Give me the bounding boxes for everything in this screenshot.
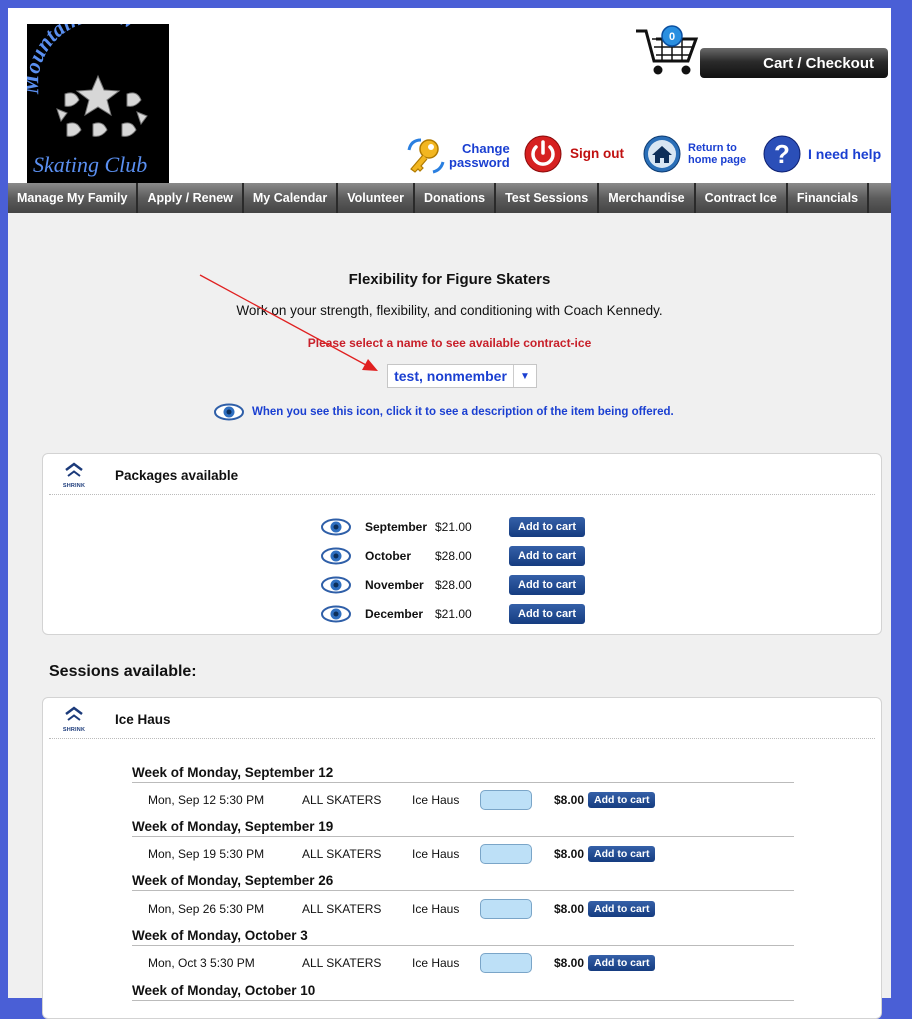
package-price: $28.00 [435, 578, 472, 592]
session-location: Ice Haus [412, 793, 460, 807]
add-to-cart-button[interactable]: Add to cart [588, 792, 656, 808]
session-group: ALL SKATERS [302, 847, 382, 861]
packages-panel-title: Packages available [115, 468, 239, 483]
session-location: Ice Haus [412, 847, 460, 861]
session-row: Mon, Sep 12 5:30 PM ALL SKATERS Ice Haus… [148, 789, 656, 811]
eye-icon[interactable] [321, 605, 351, 623]
add-to-cart-button[interactable]: Add to cart [509, 546, 586, 566]
week-heading: Week of Monday, September 12 [132, 765, 794, 783]
session-location: Ice Haus [412, 902, 460, 916]
session-group: ALL SKATERS [302, 793, 382, 807]
package-price: $21.00 [435, 520, 472, 534]
sessions-available-heading: Sessions available: [49, 663, 197, 680]
eye-icon[interactable] [321, 518, 351, 536]
session-row: Mon, Oct 3 5:30 PM ALL SKATERS Ice Haus … [148, 952, 656, 974]
sessions-panel: SHRINK Ice Haus Week of Monday, Septembe… [42, 697, 882, 1019]
package-month: December [365, 607, 424, 621]
package-row: December $21.00 Add to cart [321, 602, 586, 626]
session-quantity-field[interactable] [480, 790, 532, 810]
package-row: November $28.00 Add to cart [321, 573, 586, 597]
add-to-cart-button[interactable]: Add to cart [509, 517, 586, 537]
packages-panel-header: SHRINK Packages available [49, 454, 875, 495]
session-quantity-field[interactable] [480, 899, 532, 919]
session-datetime: Mon, Oct 3 5:30 PM [148, 956, 255, 970]
add-to-cart-button[interactable]: Add to cart [509, 604, 586, 624]
session-row: Mon, Sep 19 5:30 PM ALL SKATERS Ice Haus… [148, 843, 656, 865]
session-price: $8.00 [554, 847, 585, 861]
add-to-cart-button[interactable]: Add to cart [588, 901, 656, 917]
session-datetime: Mon, Sep 12 5:30 PM [148, 793, 265, 807]
session-quantity-field[interactable] [480, 844, 532, 864]
package-row: October $28.00 Add to cart [321, 544, 586, 568]
eye-icon[interactable] [321, 576, 351, 594]
shrink-button[interactable]: SHRINK [59, 462, 89, 489]
session-price: $8.00 [554, 793, 585, 807]
session-group: ALL SKATERS [302, 902, 382, 916]
add-to-cart-button[interactable]: Add to cart [588, 955, 656, 971]
package-month: September [365, 520, 428, 534]
session-location: Ice Haus [412, 956, 460, 970]
package-price: $21.00 [435, 607, 472, 621]
eye-icon[interactable] [321, 547, 351, 565]
package-month: November [365, 578, 424, 592]
add-to-cart-button[interactable]: Add to cart [509, 575, 586, 595]
week-heading: Week of Monday, September 19 [132, 819, 794, 837]
session-row: Mon, Sep 26 5:30 PM ALL SKATERS Ice Haus… [148, 898, 656, 920]
double-chevron-up-icon [65, 706, 83, 721]
week-heading: Week of Monday, October 10 [132, 983, 794, 1001]
double-chevron-up-icon [65, 462, 83, 477]
session-datetime: Mon, Sep 19 5:30 PM [148, 847, 265, 861]
session-price: $8.00 [554, 902, 585, 916]
rink-title: Ice Haus [115, 712, 171, 727]
page-frame: Mountain View Skating Club 0 C [8, 8, 891, 1019]
add-to-cart-button[interactable]: Add to cart [588, 846, 656, 862]
package-price: $28.00 [435, 549, 472, 563]
week-heading: Week of Monday, October 3 [132, 928, 794, 946]
session-group: ALL SKATERS [302, 956, 382, 970]
session-quantity-field[interactable] [480, 953, 532, 973]
week-heading: Week of Monday, September 26 [132, 873, 794, 891]
shrink-label: SHRINK [62, 727, 86, 733]
shrink-button[interactable]: SHRINK [59, 706, 89, 733]
sessions-panel-header: SHRINK Ice Haus [49, 698, 875, 739]
session-datetime: Mon, Sep 26 5:30 PM [148, 902, 265, 916]
annotation-arrow [199, 274, 378, 371]
shrink-label: SHRINK [62, 483, 86, 489]
package-row: September $21.00 Add to cart [321, 515, 586, 539]
package-month: October [365, 549, 412, 563]
packages-panel: SHRINK Packages available September $21.… [42, 453, 882, 635]
session-price: $8.00 [554, 956, 585, 970]
